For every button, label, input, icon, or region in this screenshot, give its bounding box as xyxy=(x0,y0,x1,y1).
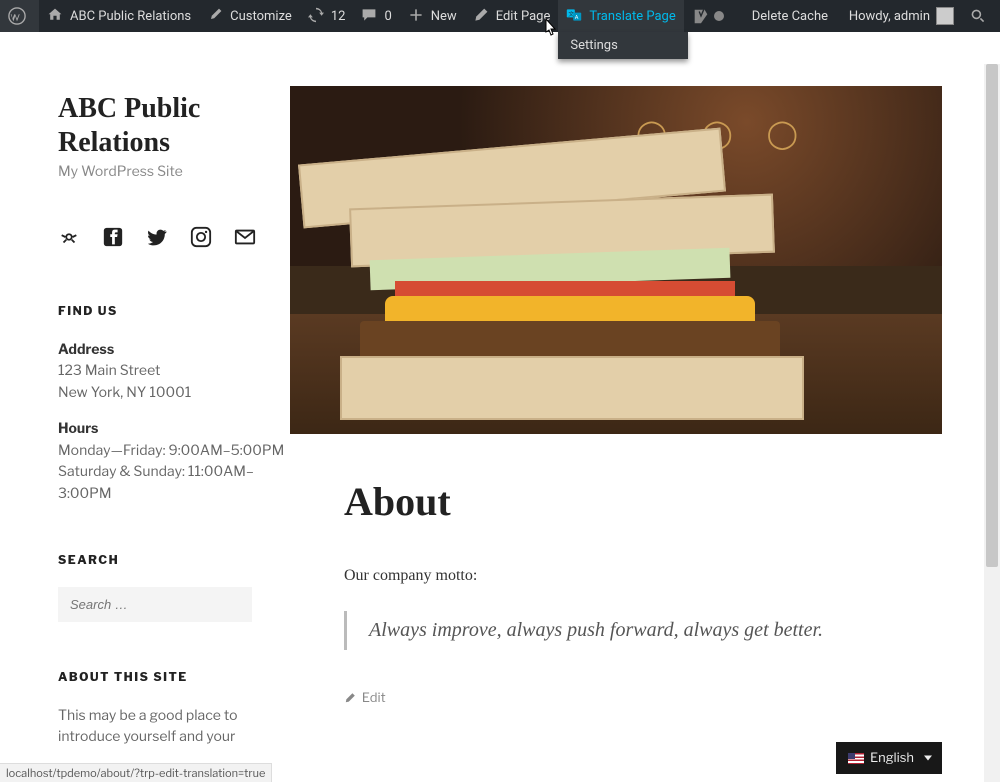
account-link[interactable]: Howdy, admin xyxy=(841,0,962,32)
updates-count: 12 xyxy=(331,9,346,24)
site-name-link[interactable]: ABC Public Relations xyxy=(39,0,199,32)
find-us-title: FIND US xyxy=(58,302,290,321)
hours-label: Hours xyxy=(58,420,98,437)
email-icon[interactable] xyxy=(234,226,256,248)
translate-settings-link[interactable]: Settings xyxy=(558,32,688,59)
updates-link[interactable]: 12 xyxy=(300,0,354,32)
find-us-widget: FIND US Address 123 Main Street New York… xyxy=(58,302,290,504)
search-widget: SEARCH xyxy=(58,551,290,623)
site-name-label: ABC Public Relations xyxy=(70,9,191,24)
howdy-label: Howdy, admin xyxy=(849,9,930,24)
search-input[interactable] xyxy=(58,587,252,622)
translate-icon: 文A xyxy=(566,7,584,25)
delete-cache-link[interactable]: Delete Cache xyxy=(744,0,836,32)
plus-icon xyxy=(408,7,426,25)
new-content-link[interactable]: New xyxy=(400,0,465,32)
hours-line2: Saturday & Sunday: 11:00AM–3:00PM xyxy=(58,463,254,502)
edit-page-label: Edit Page xyxy=(496,9,551,24)
yoast-icon xyxy=(692,7,710,25)
yoast-status-icon xyxy=(714,11,724,21)
adminbar-search[interactable] xyxy=(962,0,1000,32)
site-tagline: My WordPress Site xyxy=(58,163,290,180)
search-icon xyxy=(970,8,986,24)
site-title[interactable]: ABC Public Relations xyxy=(58,92,290,159)
avatar xyxy=(936,7,954,25)
address-label: Address xyxy=(58,341,114,358)
new-label: New xyxy=(431,9,457,24)
brush-icon xyxy=(207,7,225,25)
facebook-icon[interactable] xyxy=(102,226,124,248)
updates-icon xyxy=(308,7,326,25)
social-links xyxy=(58,226,290,248)
edit-link[interactable]: Edit xyxy=(344,690,888,706)
hours-line1: Monday—Friday: 9:00AM–5:00PM xyxy=(58,442,284,459)
twitter-icon[interactable] xyxy=(146,226,168,248)
intro-text: Our company motto: xyxy=(344,567,888,585)
comments-count: 0 xyxy=(384,9,391,24)
customize-link[interactable]: Customize xyxy=(199,0,300,32)
home-icon xyxy=(47,7,65,25)
language-label: English xyxy=(870,750,914,766)
scrollbar[interactable] xyxy=(984,64,1000,782)
translate-dropdown: Settings xyxy=(558,32,688,59)
browser-status-url: localhost/tpdemo/about/?trp-edit-transla… xyxy=(0,763,272,782)
translate-page-link[interactable]: 文A Translate Page xyxy=(558,0,683,32)
comments-icon xyxy=(361,7,379,25)
wordpress-logo-icon xyxy=(8,7,26,25)
instagram-icon[interactable] xyxy=(190,226,212,248)
about-site-title: ABOUT THIS SITE xyxy=(58,668,290,687)
yoast-link[interactable] xyxy=(684,0,732,32)
svg-text:A: A xyxy=(575,15,579,21)
address-line2: New York, NY 10001 xyxy=(58,384,191,401)
scrollbar-thumb[interactable] xyxy=(986,64,998,567)
flag-us-icon xyxy=(848,753,864,764)
language-switcher[interactable]: English xyxy=(836,742,942,774)
yelp-icon[interactable] xyxy=(58,226,80,248)
motto-quote: Always improve, always push forward, alw… xyxy=(344,611,888,650)
edit-label: Edit xyxy=(362,690,386,706)
address-line1: 123 Main Street xyxy=(58,362,160,379)
translate-settings-label: Settings xyxy=(570,38,617,53)
pencil-small-icon xyxy=(344,692,356,704)
pencil-icon xyxy=(473,7,491,25)
about-site-widget: ABOUT THIS SITE This may be a good place… xyxy=(58,668,290,748)
customize-label: Customize xyxy=(230,9,292,24)
translate-page-label: Translate Page xyxy=(589,9,675,24)
search-widget-title: SEARCH xyxy=(58,551,290,570)
wordpress-logo[interactable] xyxy=(0,0,39,32)
featured-image: ◯ ◯ ◯ xyxy=(290,86,942,434)
comments-link[interactable]: 0 xyxy=(353,0,399,32)
about-site-text: This may be a good place to introduce yo… xyxy=(58,707,237,746)
delete-cache-label: Delete Cache xyxy=(752,9,828,24)
edit-page-link[interactable]: Edit Page xyxy=(465,0,559,32)
page-title: About xyxy=(344,478,888,525)
